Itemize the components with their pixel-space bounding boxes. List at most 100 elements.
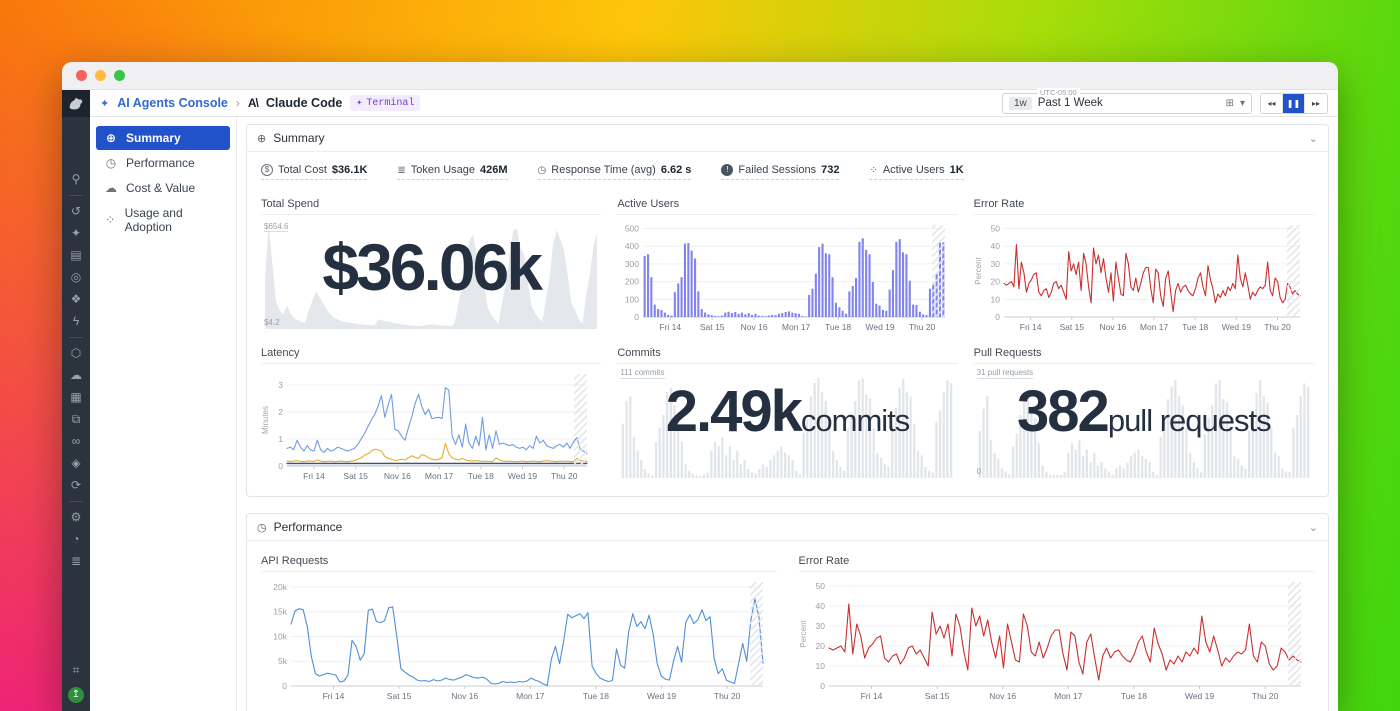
sidebar-item-performance[interactable]: ◷ Performance: [96, 151, 230, 175]
summary-section-header[interactable]: ⊕ Summary ⌄: [247, 125, 1328, 152]
svg-text:Fri 14: Fri 14: [323, 691, 345, 701]
svg-text:Sat 15: Sat 15: [343, 471, 368, 481]
svg-text:Thu 20: Thu 20: [714, 691, 741, 701]
sidebar-item-cost-value[interactable]: ☁ Cost & Value: [96, 176, 230, 200]
time-range-label: Past 1 Week: [1038, 97, 1220, 109]
chevron-down-icon[interactable]: ⌄: [1309, 521, 1318, 534]
calendar-icon: ⊞: [1226, 98, 1234, 109]
svg-text:500: 500: [625, 224, 639, 234]
time-range-picker[interactable]: UTC-05:00 1w Past 1 Week ⊞ ▾: [1002, 93, 1252, 114]
svg-text:Sat 15: Sat 15: [1059, 322, 1084, 332]
chip-token-usage[interactable]: ≣Token Usage426M: [397, 164, 507, 180]
chip-active-users[interactable]: ⁘Active Users1K: [869, 164, 963, 180]
dashboards-icon[interactable]: ▦: [62, 387, 90, 408]
commits-chart[interactable]: 2.49kcommits111 commits: [617, 366, 957, 482]
active-users-chart[interactable]: 0100200300400500Fri 14Sat 15Nov 16Mon 17…: [617, 217, 957, 333]
time-rewind-button[interactable]: ◂◂: [1261, 94, 1283, 113]
svg-text:100: 100: [625, 294, 639, 304]
watchdog-icon[interactable]: ◎: [62, 267, 90, 288]
breadcrumb-current: Claude Code: [266, 96, 342, 110]
service-map-icon[interactable]: ⬡: [62, 343, 90, 364]
minimize-window-button[interactable]: [95, 70, 106, 81]
svg-text:0: 0: [995, 312, 1000, 322]
ci-cd-icon[interactable]: ⟳: [62, 475, 90, 496]
apm-icon[interactable]: ◔: [62, 529, 90, 550]
maximize-window-button[interactable]: [114, 70, 125, 81]
left-icon-rail: ⚲ ↺✦▤◎❖ϟ ⬡☁▦⧉∞◈⟳ ⚙◔≣ ⌗ ↥: [62, 90, 90, 711]
service-management-icon[interactable]: ❖: [62, 289, 90, 310]
close-window-button[interactable]: [76, 70, 87, 81]
rail-divider[interactable]: [69, 195, 83, 196]
error-rate-perf-chart[interactable]: 01020304050Fri 14Sat 15Nov 16Mon 17Tue 1…: [799, 574, 1315, 702]
svg-text:40: 40: [990, 241, 1000, 251]
integrations-icon[interactable]: ∞: [62, 431, 90, 452]
sidebar-item-label: Usage and Adoption: [125, 206, 222, 234]
time-pause-button[interactable]: ❚❚: [1283, 94, 1305, 113]
chart-title: Commits: [617, 343, 957, 364]
sidebar-item-label: Cost & Value: [126, 181, 195, 195]
app-window: ⚲↺✦▤◎❖ϟ⬡☁▦⧉∞◈⟳⚙◔≣ ⌗↥ ✦ AI Agents Console…: [62, 62, 1338, 711]
cloud-dollar-icon: ☁: [104, 181, 118, 195]
svg-text:30: 30: [990, 259, 1000, 269]
monitors-icon[interactable]: ⚙: [62, 507, 90, 528]
svg-text:3: 3: [278, 380, 283, 390]
chart-title: Latency: [261, 343, 601, 364]
total-cost-icon: $: [261, 164, 273, 176]
error-rate-chart[interactable]: 01020304050Fri 14Sat 15Nov 16Mon 17Tue 1…: [974, 217, 1314, 333]
time-forward-button[interactable]: ▸▸: [1305, 94, 1327, 113]
svg-text:200: 200: [625, 277, 639, 287]
datadog-logo[interactable]: [62, 90, 90, 117]
security-icon[interactable]: ◈: [62, 453, 90, 474]
latency-chart[interactable]: 0123Fri 14Sat 15Nov 16Mon 17Tue 18Wed 19…: [261, 366, 601, 482]
globe-icon: ⊕: [257, 132, 266, 145]
svg-text:5k: 5k: [278, 656, 288, 666]
upgrade-icon[interactable]: ↥: [68, 687, 84, 703]
chevron-down-icon[interactable]: ⌄: [1309, 132, 1318, 145]
sidebar-item-usage-adoption[interactable]: ⁘ Usage and Adoption: [96, 201, 230, 239]
chart-title: Total Spend: [261, 194, 601, 215]
svg-text:15k: 15k: [273, 607, 287, 617]
svg-text:20k: 20k: [273, 582, 287, 592]
sparkle-icon: ✦: [100, 97, 109, 110]
sidebar-item-summary[interactable]: ⊕ Summary: [96, 126, 230, 150]
cloud-icon[interactable]: ☁: [62, 365, 90, 386]
api-requests-chart[interactable]: 05k10k15k20kFri 14Sat 15Nov 16Mon 17Tue …: [261, 574, 777, 702]
section-title: Performance: [274, 520, 343, 534]
logs-icon[interactable]: ≣: [62, 551, 90, 572]
svg-text:2: 2: [278, 407, 283, 417]
rail-divider[interactable]: [69, 501, 83, 502]
chip-failed-sessions[interactable]: !Failed Sessions732: [721, 164, 839, 180]
chevron-down-icon: ▾: [1240, 98, 1245, 109]
svg-text:Nov 16: Nov 16: [741, 322, 768, 332]
section-title: Summary: [273, 131, 324, 145]
metrics-icon[interactable]: ▤: [62, 245, 90, 266]
software-catalog-icon[interactable]: ⧉: [62, 409, 90, 430]
total-spend-chart[interactable]: $36.06k$654.6$4.2: [261, 217, 601, 333]
svg-text:0: 0: [278, 461, 283, 471]
svg-text:Wed 19: Wed 19: [647, 691, 676, 701]
chip-response-time[interactable]: ◷Response Time (avg)6.62 s: [538, 164, 692, 180]
search-icon[interactable]: ⚲: [62, 169, 90, 190]
performance-section-header[interactable]: ◷ Performance ⌄: [247, 514, 1328, 541]
svg-text:Fri 14: Fri 14: [660, 322, 682, 332]
pull-requests-chart[interactable]: 382pull requests31 pull requests0: [974, 366, 1314, 482]
terminal-tag[interactable]: ✦ Terminal: [350, 95, 420, 111]
chip-total-cost[interactable]: $Total Cost$36.1K: [261, 164, 367, 180]
svg-text:1: 1: [278, 434, 283, 444]
plugin-icon[interactable]: ⌗: [62, 660, 90, 681]
response-time-icon: ◷: [538, 165, 547, 176]
svg-text:Nov 16: Nov 16: [451, 691, 478, 701]
globe-icon: ⊕: [104, 131, 118, 145]
workflow-actions-icon[interactable]: ϟ: [62, 311, 90, 332]
clock-icon: ◷: [257, 521, 267, 534]
svg-text:Tue 18: Tue 18: [468, 471, 494, 481]
history-icon[interactable]: ↺: [62, 201, 90, 222]
svg-text:10k: 10k: [273, 631, 287, 641]
llm-observability-icon[interactable]: ✦: [62, 223, 90, 244]
users-icon: ⁘: [104, 213, 117, 227]
svg-text:Wed 19: Wed 19: [1221, 322, 1250, 332]
summary-section: ⊕ Summary ⌄ $Total Cost$36.1K ≣Token Usag…: [246, 124, 1329, 497]
breadcrumb-product-link[interactable]: AI Agents Console: [117, 96, 228, 110]
clock-icon: ◷: [104, 156, 118, 170]
rail-divider[interactable]: [69, 337, 83, 338]
